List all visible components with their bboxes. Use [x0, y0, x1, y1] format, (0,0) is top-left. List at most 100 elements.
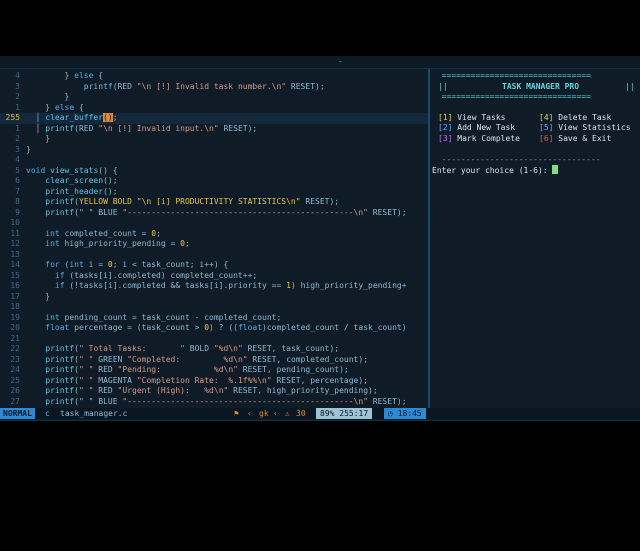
code-text: printf(" Total Tasks: " BOLD "%d\n" RESE… [45, 344, 340, 353]
menu-item-view-statistics[interactable]: [5] View Statistics [539, 123, 631, 134]
code-text: if (!tasks[i].completed && tasks[i].prio… [54, 281, 407, 290]
code-line[interactable]: 7 print_header(); [0, 187, 428, 198]
line-number: 2 [15, 92, 20, 101]
code-line[interactable]: 4 [0, 155, 428, 166]
code-line[interactable]: 3 printf(RED "\n [!] Invalid task number… [0, 82, 428, 93]
code-line[interactable]: 4 } else { [0, 71, 428, 82]
code-line[interactable]: 1 │ printf(RED "\n [!] Invalid input.\n"… [0, 124, 428, 135]
code-line[interactable]: 2 } [0, 92, 428, 103]
choice-prompt[interactable]: Enter your choice (1-6): [432, 165, 559, 176]
line-number: 19 [10, 312, 20, 322]
code-text: } else { [26, 102, 84, 112]
separator-icon: ‹ [273, 409, 278, 418]
code-line[interactable]: 3} [0, 145, 428, 156]
menu-item-view-tasks[interactable]: [1] View Tasks [438, 113, 505, 124]
line-number: 5 [15, 165, 20, 175]
code-line[interactable]: 14 for (int i = 0; i < task_count; i++) … [0, 260, 428, 271]
code-line[interactable]: 1 } else { [0, 103, 428, 114]
menu-item-mark-complete[interactable]: [3] Mark Complete [438, 134, 520, 145]
separator-icon: ‹ [247, 409, 252, 418]
code-line[interactable]: 9 printf(" " BLUE "---------------------… [0, 208, 428, 219]
line-number: 3 [15, 144, 20, 154]
line-number: 4 [15, 155, 20, 164]
code-line[interactable]: 6 clear_screen(); [0, 176, 428, 187]
menu-border-bottom: =============================== [432, 92, 591, 101]
line-number: 4 [15, 71, 20, 80]
code-text: │ printf(RED "\n [!] Invalid input.\n" R… [26, 123, 258, 133]
menu-item-delete-task[interactable]: [4] Delete Task [539, 113, 611, 124]
code-line[interactable]: 13 [0, 250, 428, 261]
diagnostic-count: 30 [296, 409, 306, 418]
menu-border-top: =============================== [432, 71, 591, 80]
terminal-pane[interactable]: =============================== || TASK … [432, 69, 640, 409]
code-line[interactable]: 2 } [0, 134, 428, 145]
menu-title-left: || [438, 81, 448, 91]
code-text: int pending_count = task_count - complet… [45, 312, 282, 322]
mode-indicator: NORMAL [0, 408, 35, 419]
line-number: 21 [10, 333, 20, 343]
line-number: 22 [10, 344, 20, 353]
line-number: 1 [15, 102, 20, 112]
terminal-window: - 4 } else {3 printf(RED "\n [!] Invalid… [0, 56, 640, 421]
line-number: 20 [10, 323, 20, 332]
code-text: } [26, 144, 31, 154]
bottom-border [0, 420, 640, 421]
code-line[interactable]: 17 } [0, 292, 428, 303]
code-line[interactable]: 20 float percentage = (task_count > 0) ?… [0, 323, 428, 334]
menu-title-right: || [625, 81, 635, 91]
git-branch-label: gk [259, 409, 269, 418]
code-line[interactable]: 15 if (tasks[i].completed) completed_cou… [0, 271, 428, 282]
code-line[interactable]: 23 printf(" " GREEN "Completed: %d\n" RE… [0, 355, 428, 366]
bug-icon: ⚑ [234, 409, 239, 418]
cursor-position: 89% 255:17 [316, 408, 373, 419]
line-number: 27 [10, 396, 20, 406]
code-line[interactable]: 19 int pending_count = task_count - comp… [0, 313, 428, 324]
code-line[interactable]: 5 void view_stats() { [0, 166, 428, 177]
menu-item-add-task[interactable]: [2] Add New Task [438, 123, 515, 134]
filetype-label: c [45, 409, 50, 418]
code-line[interactable]: 10 [0, 218, 428, 229]
code-text: void view_stats() { [26, 165, 118, 175]
code-line[interactable]: 21 [0, 334, 428, 345]
code-line[interactable]: 27 printf(" " BLUE "--------------------… [0, 397, 428, 408]
code-text: │ clear_buffer(); [26, 113, 118, 122]
menu-item-save-exit[interactable]: [6] Save & Exit [539, 134, 611, 145]
warning-icon: ⚠ [285, 409, 290, 418]
code-line[interactable]: 24 printf(" " RED "Pending: %d\n" RESET,… [0, 365, 428, 376]
code-text: printf(" " MAGENTA "Completion Rate: %.1… [45, 375, 368, 385]
tab-indicator: - [338, 57, 343, 66]
code-line[interactable]: 8 printf(YELLOW BOLD "\n [i] PRODUCTIVIT… [0, 197, 428, 208]
code-line[interactable]: 11 int completed_count = 0; [0, 229, 428, 240]
code-line[interactable]: 25 printf(" " MAGENTA "Completion Rate: … [0, 376, 428, 387]
terminal-cursor [552, 165, 559, 174]
code-line[interactable]: 26 printf(" " RED "Urgent (High): %d\n" … [0, 386, 428, 397]
line-number: 7 [15, 186, 20, 196]
line-number: 14 [10, 260, 20, 269]
line-number: 23 [10, 354, 20, 364]
code-text: printf(" " RED "Pending: %d\n" RESET, pe… [45, 365, 349, 374]
line-number: 17 [10, 291, 20, 301]
code-text: if (tasks[i].completed) completed_count+… [54, 270, 258, 280]
code-line[interactable]: 16 if (!tasks[i].completed && tasks[i].p… [0, 281, 428, 292]
line-number: 16 [10, 281, 20, 290]
line-number: 26 [10, 386, 20, 395]
code-line[interactable]: 12 int high_priority_pending = 0; [0, 239, 428, 250]
code-text: print_header(); [45, 186, 118, 196]
code-line[interactable]: 22 printf(" Total Tasks: " BOLD "%d\n" R… [0, 344, 428, 355]
line-number: 25 [10, 375, 20, 385]
line-number: 15 [10, 270, 20, 280]
code-line[interactable]: 18 [0, 302, 428, 313]
line-number: 11 [10, 228, 20, 238]
line-number: 9 [15, 207, 20, 217]
tab-bar: - [0, 56, 640, 69]
code-text: printf(RED "\n [!] Invalid task number.\… [83, 81, 325, 91]
line-number: 10 [10, 218, 20, 227]
code-text: printf(YELLOW BOLD "\n [i] PRODUCTIVITY … [45, 197, 340, 206]
line-number: 13 [10, 249, 20, 259]
split-divider[interactable] [428, 69, 430, 409]
code-text: for (int i = 0; i < task_count; i++) { [45, 260, 229, 269]
code-line[interactable]: 255 │ clear_buffer(); [0, 113, 428, 124]
clock: ◷ 18:45 [384, 408, 426, 419]
code-text: printf(" " BLUE "-----------------------… [45, 207, 407, 217]
code-editor-pane[interactable]: 4 } else {3 printf(RED "\n [!] Invalid t… [0, 69, 428, 409]
